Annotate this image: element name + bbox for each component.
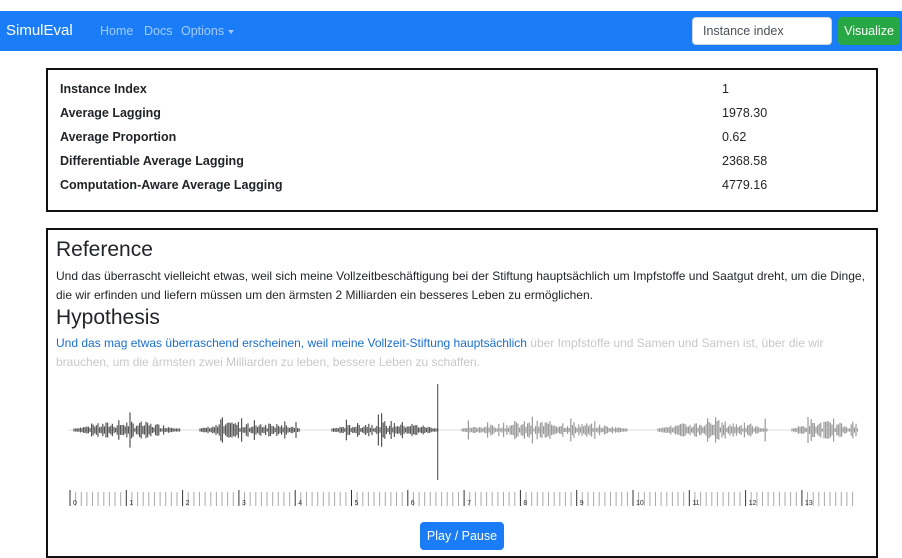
reference-heading: Reference [56,238,153,261]
instance-index-input[interactable] [692,17,832,45]
timeline-label: 4 [298,500,302,507]
timeline-label: 12 [749,500,757,507]
metric-value: 1 [722,82,729,96]
timeline-label: 3 [242,500,246,507]
reference-text: Und das überrascht vielleicht etwas, wei… [56,269,865,302]
play-pause-button[interactable]: Play / Pause [420,522,504,550]
metric-name: Computation-Aware Average Lagging [60,178,283,192]
metric-value: 0.62 [722,130,747,144]
metric-row: Average Proportion 0.62 [60,130,860,150]
audio-timeline[interactable]: 0123456789101112131 [68,488,858,510]
metric-row: Instance Index 1 [60,82,860,102]
metric-name: Instance Index [60,82,147,96]
caret-down-icon [228,29,235,34]
brand-link[interactable]: SimulEval [6,22,73,39]
metric-name: Average Lagging [60,106,161,120]
metric-value: 2368.58 [722,154,768,168]
instance-panel: Reference Und das überrascht vielleicht … [46,228,878,558]
nav-docs-link[interactable]: Docs [144,24,172,38]
hypothesis-played-text: Und das mag etwas überraschend erscheine… [56,336,527,350]
nav-options-dropdown[interactable]: Options [181,24,235,38]
timeline-label: 2 [186,500,190,507]
metric-value: 1978.30 [722,106,768,120]
hypothesis-text: Und das mag etwas überraschend erscheine… [56,334,868,372]
metric-row: Computation-Aware Average Lagging 4779.1… [60,178,860,198]
metric-name: Differentiable Average Lagging [60,154,244,168]
timeline-label: 6 [411,500,415,507]
navbar: SimulEval Home Docs Options Visualize [0,11,902,51]
visualize-button[interactable]: Visualize [838,17,900,45]
timeline-label: 0 [73,500,77,507]
timeline-label: 13 [805,500,813,507]
timeline-label: 8 [523,500,527,507]
metrics-panel: Instance Index 1 Average Lagging 1978.30… [46,68,878,212]
timeline-label: 9 [580,500,584,507]
timeline-label: 7 [467,500,471,507]
metric-row: Average Lagging 1978.30 [60,106,860,126]
hypothesis-heading: Hypothesis [56,306,160,329]
timeline-label: 1 [129,500,133,507]
metric-value: 4779.16 [722,178,768,192]
metric-row: Differentiable Average Lagging 2368.58 [60,154,860,174]
nav-home-link[interactable]: Home [100,24,133,38]
nav-options-label: Options [181,24,225,38]
timeline-label: 5 [355,500,359,507]
audio-waveform[interactable] [68,384,858,480]
metric-name: Average Proportion [60,130,177,144]
timeline-label: 11 [692,500,699,507]
timeline-label: 10 [636,500,644,507]
